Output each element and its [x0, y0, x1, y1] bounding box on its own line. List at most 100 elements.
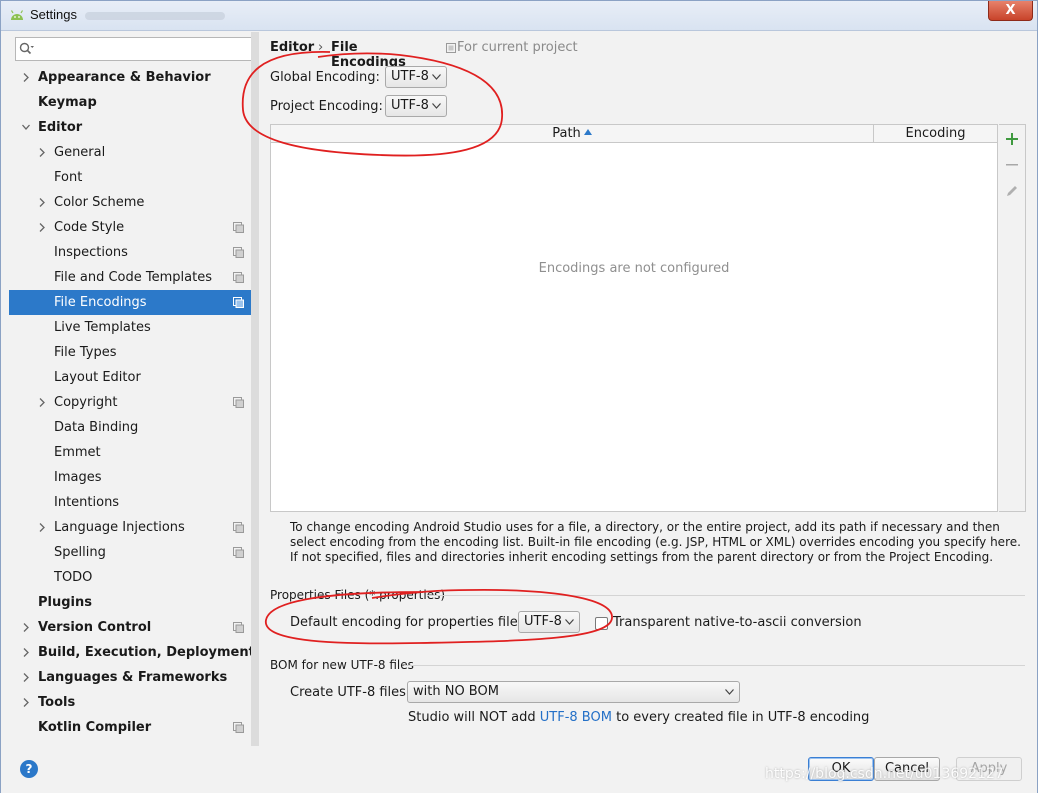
chevron-right-icon[interactable] [22, 648, 30, 657]
sidebar-item-label: Copyright [54, 395, 118, 410]
android-icon [10, 10, 24, 20]
sidebar-item-file-encodings[interactable]: File Encodings [9, 290, 259, 315]
global-encoding-label: Global Encoding: [270, 70, 380, 85]
transparent-conversion-checkbox[interactable] [595, 617, 608, 630]
sidebar-item-label: File and Code Templates [54, 270, 212, 285]
sidebar-item-intentions[interactable]: Intentions [9, 490, 259, 515]
chevron-right-icon[interactable] [38, 148, 46, 157]
sidebar-item-label: Layout Editor [54, 370, 141, 385]
chevron-down-icon [432, 74, 441, 80]
remove-icon[interactable] [1004, 157, 1020, 173]
edit-pencil-icon[interactable] [1004, 183, 1020, 199]
sidebar-item-data-binding[interactable]: Data Binding [9, 415, 259, 440]
sidebar-item-label: File Types [54, 345, 117, 360]
window-title: Settings [30, 7, 77, 22]
chevron-right-icon[interactable] [22, 673, 30, 682]
global-encoding-select[interactable]: UTF-8 [385, 66, 447, 88]
sidebar-item-appearance-behavior[interactable]: Appearance & Behavior [9, 65, 259, 90]
close-button[interactable]: X [988, 1, 1033, 21]
bom-section-title: BOM for new UTF-8 files [270, 658, 414, 672]
sidebar-item-label: Spelling [54, 545, 106, 560]
project-scope-icon [233, 247, 244, 258]
sidebar-item-font[interactable]: Font [9, 165, 259, 190]
breadcrumb-editor: Editor [270, 40, 315, 55]
sidebar-item-general[interactable]: General [9, 140, 259, 165]
chevron-right-icon[interactable] [38, 223, 46, 232]
sidebar-item-label: Keymap [38, 95, 97, 110]
sidebar-item-label: Images [54, 470, 102, 485]
project-encoding-value: UTF-8 [391, 98, 429, 113]
properties-section-title: Properties Files (*.properties) [270, 588, 446, 602]
search-box[interactable] [15, 37, 253, 61]
sidebar-item-live-templates[interactable]: Live Templates [9, 315, 259, 340]
title-project-blur [85, 12, 225, 20]
chevron-right-icon[interactable] [22, 698, 30, 707]
add-icon[interactable] [1004, 131, 1020, 147]
chevron-right-icon[interactable] [38, 198, 46, 207]
sidebar-item-version-control[interactable]: Version Control [9, 615, 259, 640]
sidebar-item-label: Intentions [54, 495, 120, 510]
sidebar-item-label: Data Binding [54, 420, 139, 435]
properties-default-label: Default encoding for properties files: [290, 615, 529, 630]
watermark: https://blog.csdn.net/u013692127 [765, 766, 1004, 782]
column-header-path[interactable]: Path [271, 125, 874, 143]
table-toolbar [999, 124, 1026, 512]
sidebar-item-keymap[interactable]: Keymap [9, 90, 259, 115]
chevron-down-icon [432, 103, 441, 109]
sidebar-item-tools[interactable]: Tools [9, 690, 259, 715]
search-icon [19, 42, 34, 55]
sidebar-splitter[interactable] [251, 32, 259, 746]
sidebar-item-editor[interactable]: Editor [9, 115, 259, 140]
sidebar-item-plugins[interactable]: Plugins [9, 590, 259, 615]
sidebar-item-file-and-code-templates[interactable]: File and Code Templates [9, 265, 259, 290]
project-encoding-label: Project Encoding: [270, 99, 383, 114]
sidebar-item-todo[interactable]: TODO [9, 565, 259, 590]
chevron-right-icon[interactable] [38, 398, 46, 407]
sidebar-item-label: Inspections [54, 245, 128, 260]
sidebar-item-label: Languages & Frameworks [38, 670, 228, 685]
properties-encoding-select[interactable]: UTF-8 [518, 611, 580, 633]
bom-select[interactable]: with NO BOM [407, 681, 740, 703]
section-divider [427, 595, 1025, 596]
chevron-right-icon[interactable] [38, 523, 46, 532]
sidebar-item-file-types[interactable]: File Types [9, 340, 259, 365]
sidebar-item-copyright[interactable]: Copyright [9, 390, 259, 415]
search-input[interactable] [38, 40, 248, 58]
project-encoding-select[interactable]: UTF-8 [385, 95, 447, 117]
global-encoding-value: UTF-8 [391, 69, 429, 84]
column-header-encoding[interactable]: Encoding [874, 125, 997, 143]
sort-ascending-icon [583, 129, 592, 135]
sidebar-item-label: Color Scheme [54, 195, 145, 210]
sidebar-item-label: Emmet [54, 445, 101, 460]
column-header-path-label: Path [552, 126, 581, 141]
help-button[interactable]: ? [20, 760, 38, 778]
sidebar-item-label: Version Control [38, 620, 152, 635]
bom-select-value: with NO BOM [413, 684, 499, 699]
project-scope-icon [233, 397, 244, 408]
sidebar-item-code-style[interactable]: Code Style [9, 215, 259, 240]
sidebar-item-label: Code Style [54, 220, 125, 235]
sidebar-item-label: Kotlin Compiler [38, 720, 152, 735]
sidebar-item-languages-frameworks[interactable]: Languages & Frameworks [9, 665, 259, 690]
encodings-table[interactable]: Path Encoding Encodings are not configur… [270, 124, 998, 512]
sidebar-item-inspections[interactable]: Inspections [9, 240, 259, 265]
sidebar-item-build-execution-deployment[interactable]: Build, Execution, Deployment [9, 640, 259, 665]
breadcrumb-separator: › [318, 40, 324, 55]
sidebar-item-label: Live Templates [54, 320, 151, 335]
file-encodings-panel: Editor › File Encodings For current proj… [259, 32, 1037, 746]
chevron-down-icon[interactable] [22, 123, 30, 132]
sidebar-item-kotlin-compiler[interactable]: Kotlin Compiler [9, 715, 259, 740]
utf8-bom-link[interactable]: UTF-8 BOM [540, 710, 612, 725]
chevron-right-icon[interactable] [22, 73, 30, 82]
bom-note-suffix: to every created file in UTF-8 encoding [616, 710, 870, 725]
sidebar-item-images[interactable]: Images [9, 465, 259, 490]
chevron-right-icon[interactable] [22, 623, 30, 632]
sidebar-item-color-scheme[interactable]: Color Scheme [9, 190, 259, 215]
chevron-down-icon [565, 619, 574, 625]
sidebar-item-label: Appearance & Behavior [38, 70, 211, 85]
transparent-conversion-label: Transparent native-to-ascii conversion [613, 615, 862, 630]
sidebar-item-layout-editor[interactable]: Layout Editor [9, 365, 259, 390]
sidebar-item-language-injections[interactable]: Language Injections [9, 515, 259, 540]
sidebar-item-spelling[interactable]: Spelling [9, 540, 259, 565]
sidebar-item-emmet[interactable]: Emmet [9, 440, 259, 465]
